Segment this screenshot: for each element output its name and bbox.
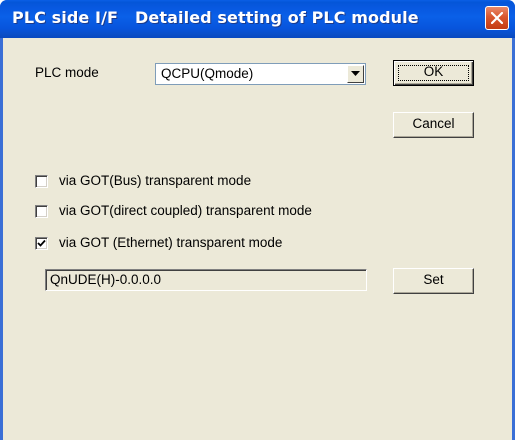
- dialog-window: PLC side I/F Detailed setting of PLC mod…: [0, 0, 515, 440]
- plc-mode-dropdown[interactable]: QCPU(Qmode): [155, 63, 366, 85]
- dropdown-button[interactable]: [347, 65, 364, 83]
- ethernet-setting-value: QnUDE(H)-0.0.0.0: [50, 272, 162, 287]
- cancel-button-label: Cancel: [412, 116, 455, 131]
- checkbox-ethernet-transparent[interactable]: [35, 237, 48, 250]
- plc-mode-label: PLC mode: [35, 65, 99, 80]
- set-button[interactable]: Set: [393, 268, 474, 294]
- option-bus-transparent-label: via GOT(Bus) transparent mode: [59, 173, 252, 188]
- check-icon: [37, 239, 46, 247]
- ok-button[interactable]: OK: [393, 60, 474, 86]
- ethernet-setting-field: QnUDE(H)-0.0.0.0: [45, 269, 367, 291]
- close-icon: [491, 12, 503, 24]
- checkbox-direct-coupled-transparent[interactable]: [35, 205, 48, 218]
- close-button[interactable]: [485, 6, 509, 30]
- checkbox-bus-transparent[interactable]: [35, 175, 48, 188]
- option-ethernet-transparent-label: via GOT (Ethernet) transparent mode: [59, 235, 283, 250]
- window-title: PLC side I/F Detailed setting of PLC mod…: [12, 8, 419, 27]
- focus-rectangle: [398, 65, 469, 81]
- plc-mode-selected-value: QCPU(Qmode): [161, 66, 254, 81]
- dialog-body: PLC mode QCPU(Qmode) OK Cancel via GOT(B…: [3, 38, 512, 440]
- title-bar[interactable]: PLC side I/F Detailed setting of PLC mod…: [0, 0, 515, 38]
- chevron-down-icon: [351, 71, 360, 76]
- set-button-label: Set: [423, 272, 444, 287]
- cancel-button[interactable]: Cancel: [393, 112, 474, 138]
- option-direct-coupled-transparent-label: via GOT(direct coupled) transparent mode: [59, 203, 312, 218]
